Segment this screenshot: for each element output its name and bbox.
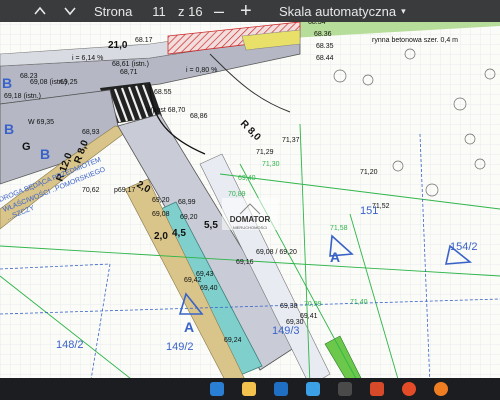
svg-text:Wpust 68,70: Wpust 68,70 bbox=[146, 107, 185, 114]
svg-text:DOMATOR: DOMATOR bbox=[230, 215, 271, 224]
svg-text:68.55: 68.55 bbox=[154, 89, 172, 96]
store-icon[interactable] bbox=[338, 382, 352, 396]
pdf-viewer-screen: Strona 11 z 16 – + Skala automatyczna ▾ bbox=[0, 0, 500, 400]
svg-text:rynna betonowa szer. 0,4 m: rynna betonowa szer. 0,4 m bbox=[372, 37, 458, 44]
svg-text:68.17: 68.17 bbox=[135, 37, 153, 44]
svg-text:69,18 (istn.): 69,18 (istn.) bbox=[4, 93, 41, 100]
svg-text:68.36: 68.36 bbox=[314, 31, 332, 38]
svg-text:69,24: 69,24 bbox=[224, 337, 242, 344]
svg-text:2,0: 2,0 bbox=[154, 231, 168, 242]
svg-text:NIERUCHOMOŚCI: NIERUCHOMOŚCI bbox=[233, 225, 267, 230]
svg-text:W 69,35: W 69,35 bbox=[28, 119, 54, 126]
chevron-down-icon bbox=[64, 7, 76, 16]
pdf-page: 21,0 R 12,0 R 8,0 R 8,0 2,0 2,0 4,5 5,5 … bbox=[0, 14, 500, 387]
svg-text:69,20: 69,20 bbox=[180, 214, 198, 221]
file-explorer-icon[interactable] bbox=[242, 382, 256, 396]
svg-text:149/2: 149/2 bbox=[166, 341, 194, 353]
zoom-select-value: Skala automatyczna bbox=[279, 3, 397, 19]
zoom-out-button[interactable]: – bbox=[214, 0, 224, 22]
page-count: z 16 bbox=[178, 3, 203, 19]
svg-text:69,08 / 69,20: 69,08 / 69,20 bbox=[256, 249, 297, 256]
svg-text:5,5: 5,5 bbox=[204, 220, 218, 231]
svg-text:69,16: 69,16 bbox=[236, 259, 254, 266]
svg-text:69,41: 69,41 bbox=[300, 313, 318, 320]
svg-text:69,08 (istn.): 69,08 (istn.) bbox=[30, 79, 67, 86]
svg-text:69,20: 69,20 bbox=[152, 197, 170, 204]
svg-text:71,52: 71,52 bbox=[372, 203, 390, 210]
page-number-input[interactable]: 11 bbox=[148, 0, 170, 22]
svg-text:69,08: 69,08 bbox=[152, 211, 170, 218]
svg-text:i = 6,14 %: i = 6,14 % bbox=[72, 55, 103, 62]
svg-text:i = 0,80 %: i = 0,80 % bbox=[186, 67, 217, 74]
svg-text:71,30: 71,30 bbox=[262, 161, 280, 168]
svg-text:68,99: 68,99 bbox=[178, 199, 196, 206]
previous-page-button[interactable] bbox=[34, 0, 46, 22]
road-plan-drawing: 21,0 R 12,0 R 8,0 R 8,0 2,0 2,0 4,5 5,5 … bbox=[0, 14, 500, 387]
edge-icon[interactable] bbox=[210, 382, 224, 396]
svg-text:149/3: 149/3 bbox=[272, 325, 300, 337]
svg-text:68,86: 68,86 bbox=[190, 113, 208, 120]
page-label: Strona bbox=[94, 3, 133, 19]
svg-text:69,40: 69,40 bbox=[238, 175, 256, 182]
taskbar bbox=[0, 378, 500, 400]
firefox-icon[interactable] bbox=[434, 382, 448, 396]
mail-icon[interactable] bbox=[274, 382, 288, 396]
svg-text:148/2: 148/2 bbox=[56, 339, 84, 351]
svg-text:A: A bbox=[330, 249, 340, 265]
chevron-up-icon bbox=[34, 6, 46, 15]
svg-text:71,29: 71,29 bbox=[256, 149, 274, 156]
pdf-toolbar: Strona 11 z 16 – + Skala automatyczna ▾ bbox=[0, 0, 500, 22]
svg-text:B: B bbox=[2, 75, 12, 91]
svg-text:69,38: 69,38 bbox=[280, 303, 298, 310]
svg-text:71,20: 71,20 bbox=[360, 169, 378, 176]
chrome-icon[interactable] bbox=[402, 382, 416, 396]
svg-text:70,99: 70,99 bbox=[304, 301, 322, 308]
svg-text:69,42: 69,42 bbox=[184, 277, 202, 284]
svg-text:71,37: 71,37 bbox=[282, 137, 300, 144]
svg-text:68,93: 68,93 bbox=[82, 129, 100, 136]
svg-text:68.35: 68.35 bbox=[316, 43, 334, 50]
svg-text:70,89: 70,89 bbox=[228, 191, 246, 198]
svg-text:B: B bbox=[40, 146, 50, 162]
office-icon[interactable] bbox=[370, 382, 384, 396]
svg-text:71,40: 71,40 bbox=[350, 299, 368, 306]
domator-watermark: DOMATOR NIERUCHOMOŚCI bbox=[222, 198, 278, 230]
svg-text:154/2: 154/2 bbox=[450, 241, 478, 253]
svg-text:68,71: 68,71 bbox=[120, 69, 138, 76]
zoom-in-button[interactable]: + bbox=[240, 0, 252, 22]
svg-text:G: G bbox=[22, 141, 31, 153]
svg-text:69,40: 69,40 bbox=[200, 285, 218, 292]
svg-text:p69,17: p69,17 bbox=[114, 187, 136, 194]
svg-text:71,58: 71,58 bbox=[330, 225, 348, 232]
minus-icon: – bbox=[214, 0, 225, 21]
svg-text:70,62: 70,62 bbox=[82, 187, 100, 194]
svg-text:21,0: 21,0 bbox=[108, 40, 128, 51]
zoom-select[interactable]: Skala automatyczna ▾ bbox=[279, 0, 406, 22]
next-page-button[interactable] bbox=[64, 0, 76, 22]
calendar-icon[interactable] bbox=[306, 382, 320, 396]
svg-text:69,43: 69,43 bbox=[196, 271, 214, 278]
svg-text:A: A bbox=[184, 319, 194, 335]
svg-text:68.44: 68.44 bbox=[316, 55, 334, 62]
svg-text:B: B bbox=[4, 121, 14, 137]
svg-text:68,61 (istn.): 68,61 (istn.) bbox=[112, 61, 149, 68]
dropdown-caret-icon: ▾ bbox=[401, 5, 406, 16]
svg-text:4,5: 4,5 bbox=[172, 228, 186, 239]
svg-text:69,30: 69,30 bbox=[286, 319, 304, 326]
plus-icon: + bbox=[240, 0, 252, 22]
